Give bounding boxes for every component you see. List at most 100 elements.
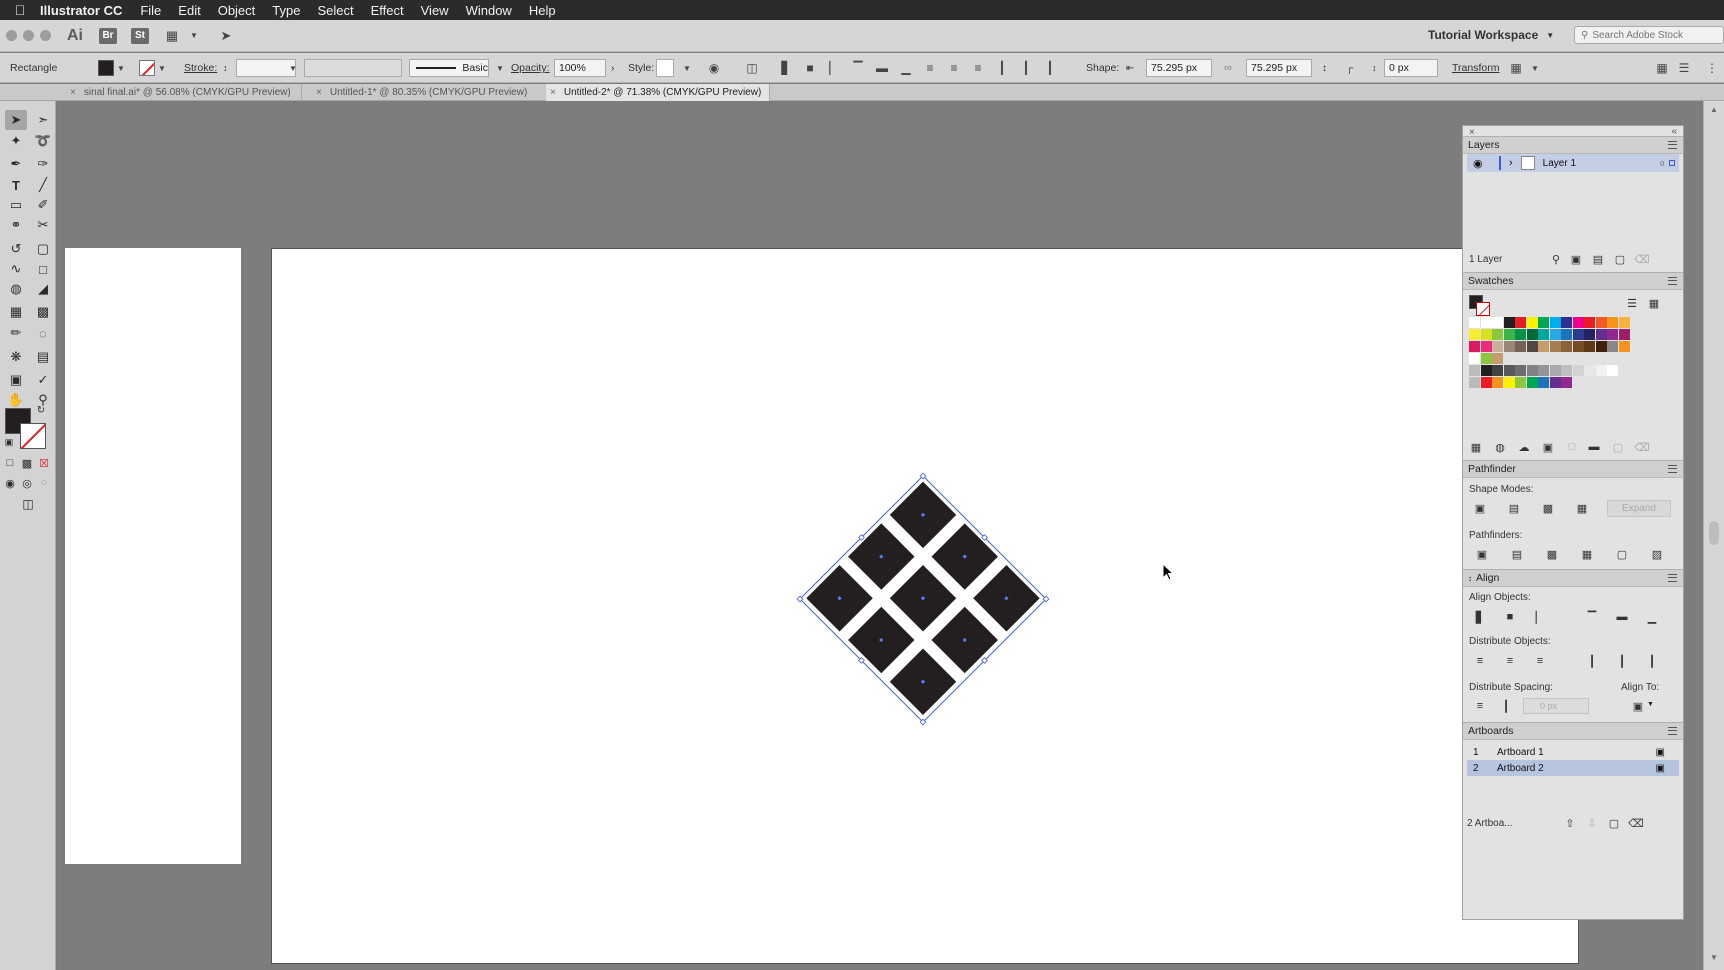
symbol-sprayer-tool-icon[interactable]: ❋ [5, 347, 27, 367]
stock-search-box[interactable]: ⚲ [1574, 26, 1724, 44]
stroke-none-swatch[interactable] [139, 60, 155, 76]
hand-tool-icon[interactable]: ✋ [5, 390, 27, 410]
move-up-icon[interactable]: ⇧ [1563, 816, 1577, 830]
color-swatch[interactable] [1480, 353, 1492, 364]
selection-tool-icon[interactable]: ➤ [5, 110, 27, 130]
chevron-down-icon[interactable]: ▼ [185, 29, 203, 43]
draw-behind-icon[interactable]: ◎ [18, 474, 36, 492]
swatch-grid[interactable] [1469, 317, 1679, 407]
crop-icon[interactable]: ▦ [1580, 547, 1594, 561]
menu-effect[interactable]: Effect [371, 3, 404, 18]
color-swatch[interactable] [1480, 329, 1492, 340]
color-swatch[interactable] [1595, 341, 1607, 352]
align-center-v-icon[interactable]: ▬ [874, 60, 890, 76]
close-icon[interactable]: × [70, 87, 76, 98]
color-swatch[interactable] [1618, 341, 1630, 352]
color-swatch[interactable] [1572, 317, 1584, 328]
color-swatch[interactable] [1492, 353, 1503, 364]
type-tool-icon[interactable]: T [5, 175, 27, 195]
artboard-name[interactable]: Artboard 2 [1497, 763, 1544, 774]
color-swatch[interactable] [1607, 329, 1618, 340]
color-swatch[interactable] [1538, 317, 1549, 328]
constrain-proportions-icon[interactable]: ∞ [1224, 62, 1232, 74]
stepper-icon[interactable]: ↕ [1372, 63, 1377, 73]
distribute-right-icon[interactable]: ┃ [1042, 60, 1058, 76]
layer-row[interactable]: ◉ › Layer 1 ○ [1467, 154, 1679, 172]
layer-name[interactable]: Layer 1 [1543, 158, 1576, 169]
color-swatch[interactable] [1561, 377, 1572, 388]
new-folder-icon[interactable]: ▬ [1587, 440, 1601, 454]
color-swatch[interactable] [1515, 365, 1526, 376]
magic-wand-tool-icon[interactable]: ✦ [5, 131, 27, 151]
color-swatch[interactable] [1515, 377, 1526, 388]
align-center-v-icon[interactable]: ▬ [1615, 610, 1629, 624]
align-panel-header[interactable]: ↕ Align [1463, 569, 1683, 587]
chevron-down-icon[interactable]: ▼ [1647, 701, 1654, 708]
color-swatch[interactable] [1584, 329, 1595, 340]
color-swatch[interactable] [1492, 329, 1503, 340]
paintbrush-tool-icon[interactable]: ✐ [32, 195, 54, 215]
align-right-icon[interactable]: ▏ [826, 60, 842, 76]
rotate-tool-icon[interactable]: ↺ [5, 239, 27, 259]
exclude-icon[interactable]: ▦ [1575, 501, 1589, 515]
swatch-stroke-indicator[interactable] [1476, 302, 1490, 316]
spacing-field[interactable]: 0 px [1523, 698, 1589, 714]
diamond-grid-artwork[interactable] [796, 472, 1050, 726]
eyedropper-tool-icon[interactable]: ✏ [5, 323, 27, 343]
color-swatch[interactable] [1526, 377, 1538, 388]
fill-color-control[interactable]: ▼ [98, 53, 125, 83]
menu-view[interactable]: View [421, 3, 449, 18]
color-swatch[interactable] [1538, 377, 1549, 388]
column-graph-tool-icon[interactable]: ▤ [32, 347, 54, 367]
minimize-window-button[interactable] [23, 30, 34, 41]
color-swatch[interactable] [1503, 329, 1515, 340]
color-swatch[interactable] [1503, 377, 1515, 388]
color-swatch[interactable] [1572, 329, 1584, 340]
color-swatch[interactable] [1595, 365, 1607, 376]
isolate-icon[interactable]: ▦ [1508, 60, 1524, 76]
none-mode-icon[interactable]: ☒ [35, 454, 53, 472]
menu-type[interactable]: Type [272, 3, 300, 18]
color-swatch[interactable] [1469, 341, 1480, 352]
rectangle-tool-icon[interactable]: ▭ [5, 195, 27, 215]
target-icon[interactable]: ○ [1660, 158, 1665, 168]
new-layer-icon[interactable]: ▢ [1613, 252, 1627, 266]
distribute-center-v-icon[interactable]: ≡ [946, 60, 962, 76]
collapse-toggle-icon[interactable]: ↕ [1468, 574, 1472, 583]
color-swatch[interactable] [1526, 341, 1538, 352]
corner-type-icon[interactable]: ┌ [1346, 63, 1353, 74]
unite-icon[interactable]: ▣ [1473, 501, 1487, 515]
live-paint-tool-icon[interactable]: ◢ [32, 279, 54, 299]
vertical-spacing-icon[interactable]: ≡ [1473, 699, 1487, 713]
color-swatch[interactable] [1584, 317, 1595, 328]
color-swatch[interactable] [1561, 329, 1572, 340]
pathfinder-panel-header[interactable]: Pathfinder [1463, 460, 1683, 478]
divide-icon[interactable]: ▣ [1475, 547, 1489, 561]
minus-back-icon[interactable]: ▨ [1650, 547, 1664, 561]
transform-label[interactable]: Transform [1452, 62, 1499, 74]
variable-width-profile[interactable] [304, 59, 402, 77]
horizontal-spacing-icon[interactable]: ┃ [1499, 699, 1513, 713]
scrollbar-thumb[interactable] [1709, 521, 1719, 545]
color-swatch[interactable] [1492, 377, 1503, 388]
outline-icon[interactable]: ▢ [1615, 547, 1629, 561]
screen-mode-icon[interactable]: ◫ [17, 495, 39, 513]
curvature-tool-icon[interactable]: ✑ [32, 154, 54, 174]
color-swatch[interactable] [1549, 317, 1561, 328]
intersect-icon[interactable]: ▩ [1541, 501, 1555, 515]
chevron-down-icon[interactable]: ▼ [1531, 64, 1539, 73]
color-swatch[interactable] [1469, 377, 1480, 388]
distribute-center-h-icon[interactable]: ┃ [1018, 60, 1034, 76]
scroll-up-icon[interactable]: ▲ [1710, 105, 1718, 114]
color-swatch[interactable] [1526, 317, 1538, 328]
stroke-label[interactable]: Stroke: [184, 62, 217, 74]
color-swatch[interactable] [1607, 341, 1618, 352]
swap-fill-stroke-icon[interactable]: ↻ [34, 403, 48, 417]
menu-object[interactable]: Object [218, 3, 256, 18]
align-center-h-icon[interactable]: ■ [1503, 610, 1517, 624]
draw-normal-icon[interactable]: ◉ [1, 474, 19, 492]
stroke-color-control[interactable]: ▼ [139, 53, 166, 83]
new-artboard-icon[interactable]: ▢ [1607, 816, 1621, 830]
artboard-name[interactable]: Artboard 1 [1497, 747, 1544, 758]
color-swatch[interactable] [1595, 329, 1607, 340]
